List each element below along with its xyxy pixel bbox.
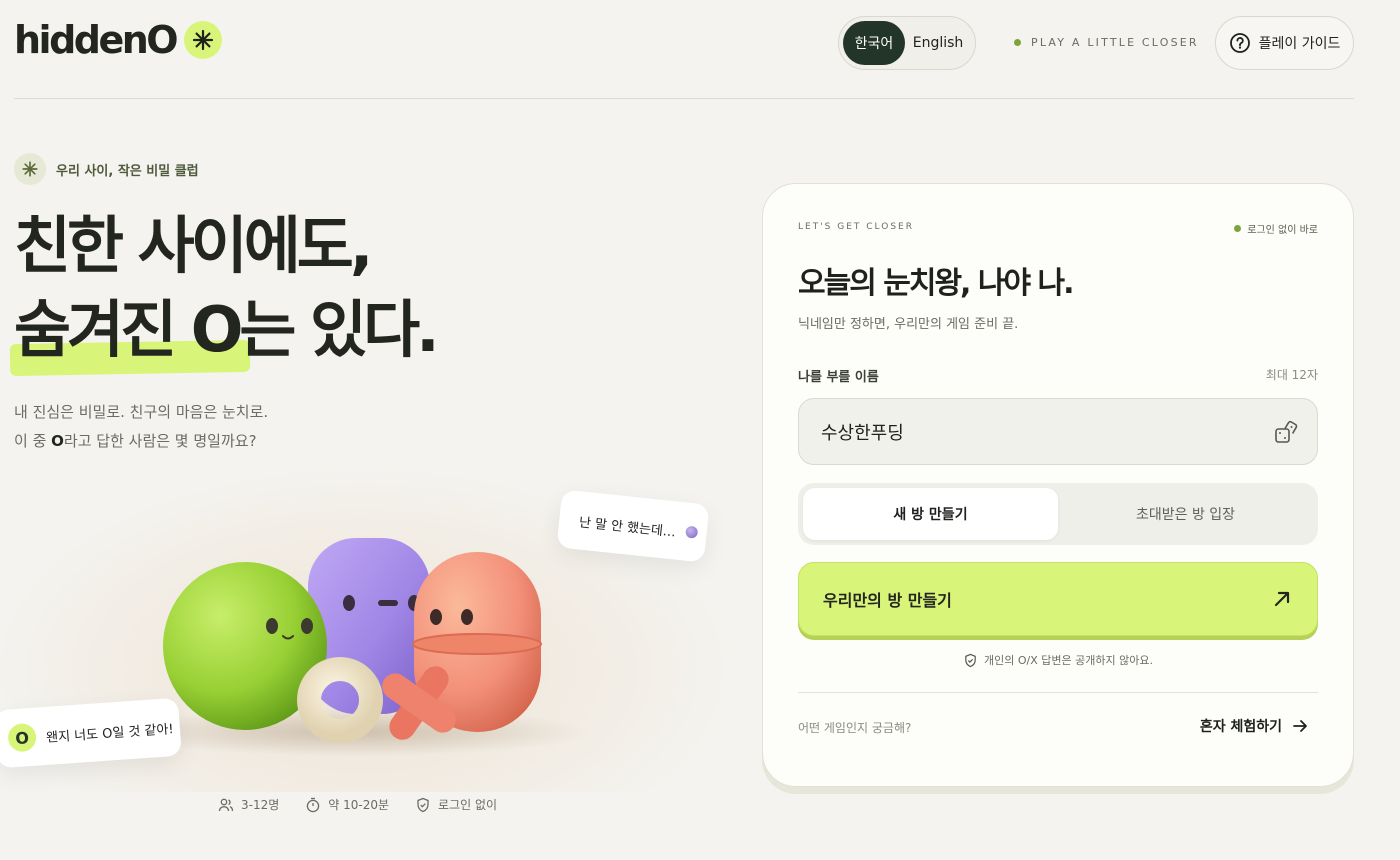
arrow-right-icon xyxy=(1293,720,1307,732)
create-room-button[interactable]: 우리만의 방 만들기 xyxy=(798,562,1318,636)
tagline: PLAY A LITTLE CLOSER xyxy=(1014,36,1199,49)
hero-title-line1: 친한 사이에도, xyxy=(14,209,373,282)
game-meta: 3-12명 약 10-20분 로그인 없이 xyxy=(218,796,497,813)
card-divider xyxy=(798,692,1318,693)
question-circle-icon xyxy=(1229,33,1250,53)
arrow-up-right-icon xyxy=(1274,591,1290,607)
curious-text: 어떤 게임인지 궁금해? xyxy=(798,721,912,735)
hero-title-line2: 숨겨진 O는 있다. xyxy=(14,293,440,366)
speech-bubble-bottom-text: 왠지 너도 O일 것 같아! xyxy=(45,721,175,746)
meta-login: 로그인 없이 xyxy=(415,796,497,813)
card-eyebrow: LET'S GET CLOSER xyxy=(798,222,914,232)
logo[interactable]: hiddenO xyxy=(14,18,223,62)
join-card: LET'S GET CLOSER 로그인 없이 바로 오늘의 눈치왕, 나야 나… xyxy=(762,183,1354,787)
create-room-label: 우리만의 방 만들기 xyxy=(823,591,952,610)
dice-icon[interactable] xyxy=(1273,419,1299,445)
try-solo-link[interactable]: 혼자 체험하기 xyxy=(1200,716,1308,736)
meta-duration-text: 약 10-20분 xyxy=(328,798,390,812)
users-icon xyxy=(218,798,234,811)
lang-english-button[interactable]: English xyxy=(905,21,971,65)
timer-icon xyxy=(307,797,320,812)
card-title: 오늘의 눈치왕, 나야 나. xyxy=(798,266,1075,301)
hero-subtitle-line1: 내 진심은 비밀로. 친구의 마음은 눈치로. xyxy=(14,403,269,421)
language-toggle: 한국어 English xyxy=(838,16,976,70)
asterisk-icon xyxy=(14,153,46,185)
hero-subtitle-line2-bold: O xyxy=(51,432,64,450)
hero-subtitle: 내 진심은 비밀로. 친구의 마음은 눈치로. 이 중 O라고 답한 사람은 몇… xyxy=(14,398,268,456)
nickname-label: 나를 부를 이름 xyxy=(798,370,879,385)
meta-players: 3-12명 xyxy=(218,796,279,813)
privacy-note: 개인의 O/X 답변은 공개하지 않아요. xyxy=(763,652,1353,668)
card-subtitle: 닉네임만 정하면, 우리만의 게임 준비 끝. xyxy=(798,317,1019,332)
quick-start-text: 로그인 없이 바로 xyxy=(1247,225,1318,236)
meta-players-text: 3-12명 xyxy=(241,798,280,812)
club-label: 우리 사이, 작은 비밀 클럽 xyxy=(14,153,199,185)
header-divider xyxy=(14,98,1354,99)
hero-title: 친한 사이에도, 숨겨진 O는 있다. xyxy=(14,204,440,372)
speech-bubble-top-text: 난 말 안 했는데… xyxy=(578,514,677,540)
status-dot xyxy=(1014,39,1021,46)
lang-korean-button[interactable]: 한국어 xyxy=(843,21,905,65)
try-solo-label: 혼자 체험하기 xyxy=(1199,719,1282,735)
tab-new-room[interactable]: 새 방 만들기 xyxy=(803,488,1058,540)
nickname-field xyxy=(798,398,1318,465)
quick-start-label: 로그인 없이 바로 xyxy=(1234,221,1318,236)
status-dot xyxy=(1234,225,1242,232)
asterisk-icon xyxy=(184,21,223,59)
tab-join-room[interactable]: 초대받은 방 입장 xyxy=(1058,488,1313,540)
privacy-text: 개인의 O/X 답변은 공개하지 않아요. xyxy=(984,654,1153,667)
meta-login-text: 로그인 없이 xyxy=(438,798,498,812)
logo-text: hiddenO xyxy=(14,18,179,62)
shield-check-icon xyxy=(417,797,429,812)
shield-check-icon xyxy=(965,653,976,667)
room-mode-tabs: 새 방 만들기 초대받은 방 입장 xyxy=(798,483,1318,545)
play-guide-button[interactable]: 플레이 가이드 xyxy=(1215,16,1354,70)
nickname-limit: 최대 12자 xyxy=(1265,368,1318,382)
o-badge: O xyxy=(7,722,38,753)
hero-subtitle-line2-post: 라고 답한 사람은 몇 명일까요? xyxy=(63,432,257,450)
play-guide-label: 플레이 가이드 xyxy=(1258,36,1341,52)
club-label-text: 우리 사이, 작은 비밀 클럽 xyxy=(56,163,199,179)
hero-subtitle-line2-pre: 이 중 xyxy=(14,432,52,450)
tagline-text: PLAY A LITTLE CLOSER xyxy=(1031,36,1199,49)
purple-dot-icon xyxy=(685,525,699,539)
meta-duration: 약 10-20분 xyxy=(305,796,389,813)
nickname-input[interactable] xyxy=(821,421,1221,442)
